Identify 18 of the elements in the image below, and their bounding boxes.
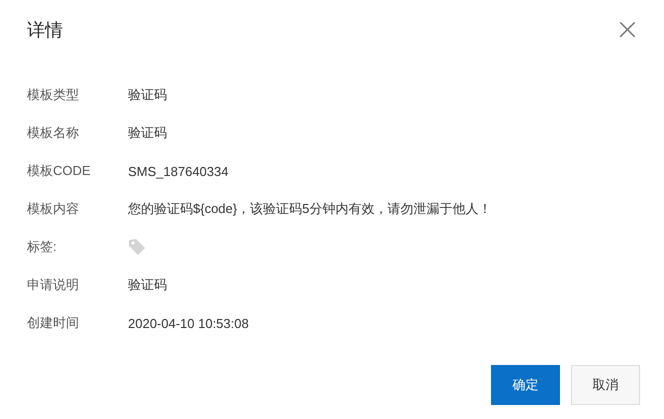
field-value: SMS_187640334 xyxy=(128,164,228,178)
field-value: 2020-04-10 10:53:08 xyxy=(128,316,249,330)
field-label: 申请说明 xyxy=(27,276,80,294)
field-value: 验证码 xyxy=(128,86,167,104)
field-label: 创建时间 xyxy=(27,314,80,332)
field-label: 模板类型 xyxy=(27,86,80,104)
field-label: 标签: xyxy=(27,238,58,256)
field-value: 验证码 xyxy=(128,124,167,142)
field-value: 验证码 xyxy=(128,276,167,294)
field-label: 模板CODE xyxy=(27,162,92,180)
field-label: 模板名称 xyxy=(27,124,80,142)
cancel-button[interactable]: 取消 xyxy=(571,365,640,405)
field-label: 模板内容 xyxy=(27,200,80,218)
close-button[interactable]: × xyxy=(614,18,640,42)
field-value: 您的验证码${code}，该验证码5分钟内有效，请勿泄漏于他人！ xyxy=(128,200,492,218)
confirm-button[interactable]: 确定 xyxy=(491,365,560,405)
tag-icon xyxy=(128,238,146,256)
dialog-title: 详情 xyxy=(27,19,63,42)
